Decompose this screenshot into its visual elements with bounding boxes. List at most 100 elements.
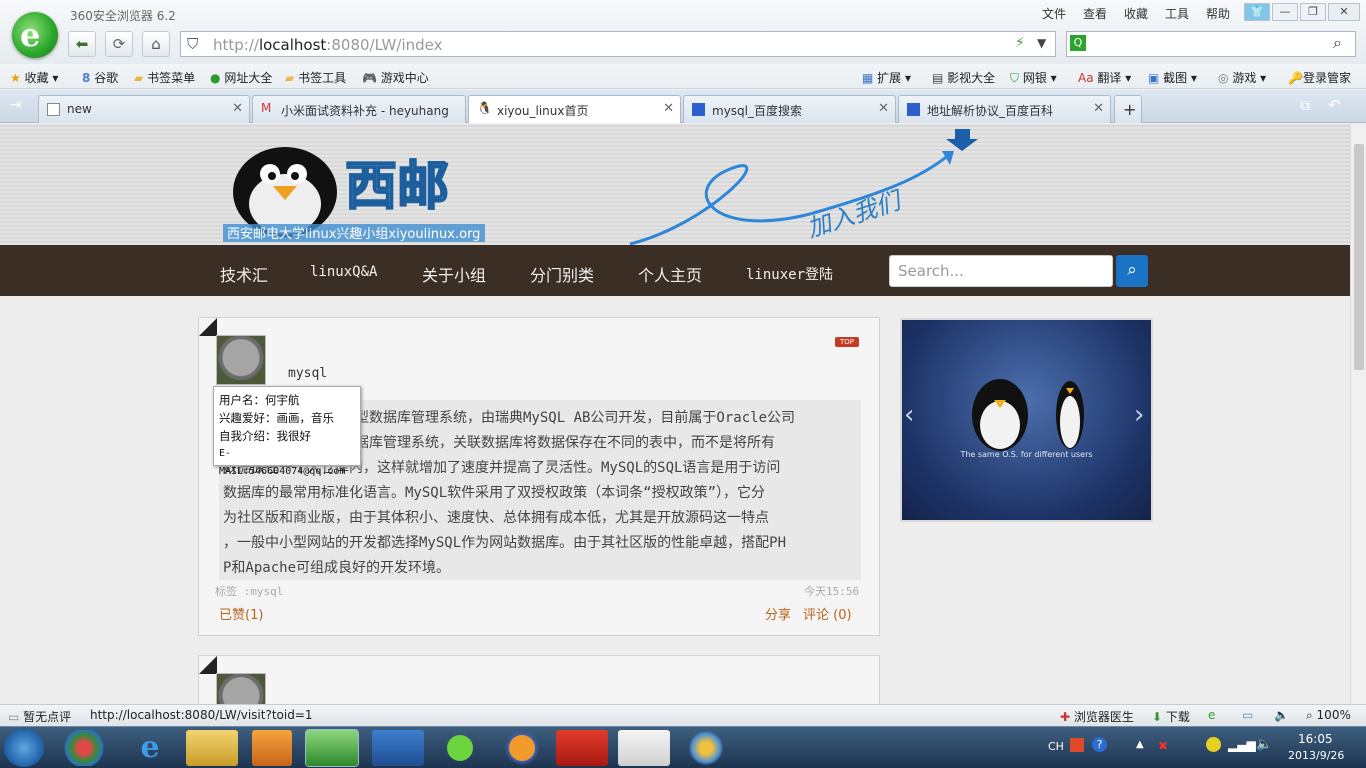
- vertical-scrollbar[interactable]: [1350, 124, 1366, 704]
- image-carousel[interactable]: The same O.S. for different users ‹ ›: [900, 318, 1153, 522]
- clock-time[interactable]: 16:05: [1298, 732, 1333, 746]
- extensions-button[interactable]: ▦ 扩展 ▾: [862, 69, 911, 86]
- browser-logo-icon[interactable]: e: [12, 12, 58, 58]
- clock-date[interactable]: 2013/9/26: [1288, 749, 1344, 762]
- site-search-button[interactable]: ⌕: [1116, 255, 1148, 287]
- zoom-level[interactable]: ⌕ 100%: [1306, 708, 1351, 723]
- tray-s-icon[interactable]: [1070, 738, 1084, 752]
- nav-linux-qa[interactable]: linuxQ&A: [310, 264, 377, 280]
- translate-button[interactable]: Aa 翻译 ▾: [1078, 69, 1131, 86]
- menu-favorites[interactable]: 收藏: [1124, 5, 1148, 22]
- tray-360-icon[interactable]: [1206, 737, 1221, 752]
- taskbar-360-browser-icon[interactable]: [306, 730, 358, 766]
- taskbar-paint-icon[interactable]: [680, 730, 732, 766]
- video-button[interactable]: ▤ 影视大全: [932, 69, 995, 86]
- close-icon[interactable]: ✕: [232, 101, 243, 116]
- taskbar-java-icon[interactable]: [618, 730, 670, 766]
- bookmark-menu[interactable]: ▰ 书签菜单: [134, 69, 195, 86]
- close-icon[interactable]: ✕: [1093, 101, 1104, 116]
- scrollbar-thumb[interactable]: [1354, 144, 1364, 370]
- speaker-icon[interactable]: 🔈: [1256, 737, 1272, 752]
- menu-tools[interactable]: 工具: [1165, 5, 1189, 22]
- bookmark-games[interactable]: 🎮 游戏中心: [362, 69, 429, 86]
- tab-arp-baike[interactable]: 地址解析协议_百度百科 ✕: [898, 95, 1111, 123]
- close-icon[interactable]: ✕: [878, 101, 889, 116]
- help-icon[interactable]: ?: [1092, 737, 1107, 752]
- menu-help[interactable]: 帮助: [1206, 5, 1230, 22]
- taskbar-media-icon[interactable]: [252, 730, 292, 766]
- avatar[interactable]: [216, 335, 266, 385]
- tab-list-icon[interactable]: ⧉: [1300, 98, 1310, 114]
- browser-titlebar: e 360安全浏览器 6.2 文件 查看 收藏 工具 帮助 👕 — ❐ ✕ ⬅ …: [0, 0, 1366, 64]
- tab-xiaomi[interactable]: M 小米面试资料补充 - heyuhang: [252, 95, 466, 123]
- join-us-swoosh[interactable]: 加入我们: [620, 129, 980, 249]
- undo-close-icon[interactable]: ↶: [1328, 96, 1341, 114]
- penguin-logo-icon[interactable]: 西邮 西安邮电大学linux兴趣小组xiyoulinux.org: [215, 132, 515, 247]
- tab-new[interactable]: new ✕: [38, 95, 250, 123]
- bookmark-google[interactable]: 8 谷歌: [82, 69, 118, 86]
- avatar[interactable]: [216, 673, 266, 704]
- taskbar-ie-icon[interactable]: e: [124, 730, 176, 766]
- tray-expand-icon[interactable]: ▲: [1136, 739, 1144, 750]
- post-tags[interactable]: 标签 :mysql: [215, 583, 283, 599]
- nav-categories[interactable]: 分门别类: [530, 262, 594, 286]
- tab-mysql-search[interactable]: mysql_百度搜索 ✕: [683, 95, 896, 123]
- browser-doctor-button[interactable]: ✚ 浏览器医生: [1060, 708, 1134, 725]
- signal-icon[interactable]: ▂▄▆: [1228, 738, 1256, 752]
- skin-icon[interactable]: 👕: [1244, 3, 1270, 21]
- lightning-icon[interactable]: ⚡: [1015, 35, 1025, 51]
- games-button[interactable]: ◎ 游戏 ▾: [1218, 69, 1266, 86]
- address-url: http://localhost:8080/LW/index: [213, 36, 443, 54]
- like-button[interactable]: 已赞(1): [219, 604, 263, 623]
- taskbar-film-icon[interactable]: [372, 730, 424, 766]
- nav-profile[interactable]: 个人主页: [638, 262, 702, 286]
- menu-view[interactable]: 查看: [1083, 5, 1107, 22]
- search-engine-icon[interactable]: Q: [1070, 35, 1086, 51]
- bookmark-tools[interactable]: ▰ 书签工具: [285, 69, 346, 86]
- post-title[interactable]: mysql: [288, 366, 327, 381]
- login-manager-button[interactable]: 🔑登录管家: [1288, 69, 1351, 86]
- download-button[interactable]: ⬇ 下载: [1152, 708, 1190, 725]
- comment-button[interactable]: 评论 (0): [803, 604, 852, 623]
- address-bar[interactable]: ⛉ http://localhost:8080/LW/index ⚡ ▼: [180, 31, 1056, 57]
- screenshot-button[interactable]: ▣ 截图 ▾: [1148, 69, 1197, 86]
- chevron-down-icon[interactable]: ▼: [1037, 36, 1046, 50]
- window-icon[interactable]: ▭: [1242, 708, 1253, 722]
- menu-file[interactable]: 文件: [1042, 5, 1066, 22]
- nav-login[interactable]: linuxer登陆: [746, 264, 833, 284]
- share-button[interactable]: 分享: [765, 604, 791, 623]
- browser-search-input[interactable]: Q ⌕: [1066, 31, 1356, 57]
- restore-icon[interactable]: ❐: [1300, 3, 1326, 21]
- home-button[interactable]: ⌂: [142, 31, 170, 57]
- close-icon[interactable]: ✕: [663, 101, 674, 116]
- bank-button[interactable]: ⛉ 网银 ▾: [1010, 69, 1057, 86]
- network-error-icon[interactable]: ✖: [1158, 739, 1168, 753]
- volume-icon[interactable]: 🔈: [1274, 708, 1289, 722]
- search-icon[interactable]: ⌕: [1333, 33, 1342, 53]
- carousel-next-icon[interactable]: ›: [1134, 400, 1144, 430]
- sidebar-toggle-icon[interactable]: ⇥: [10, 97, 22, 113]
- input-language[interactable]: CH: [1048, 740, 1064, 753]
- start-button[interactable]: [4, 729, 44, 767]
- taskbar-pdf-icon[interactable]: [556, 730, 608, 766]
- close-icon[interactable]: ✕: [1328, 3, 1360, 21]
- penguins-image: [972, 379, 1084, 451]
- ie-mode-icon[interactable]: e: [1208, 708, 1215, 722]
- status-url: http://localhost:8080/LW/visit?toid=1: [90, 708, 313, 722]
- nav-tech[interactable]: 技术汇: [220, 262, 268, 286]
- back-button[interactable]: ⬅: [68, 31, 96, 57]
- nav-about[interactable]: 关于小组: [422, 262, 486, 286]
- minimize-icon[interactable]: —: [1272, 3, 1298, 21]
- refresh-button[interactable]: ⟳: [105, 31, 133, 57]
- bookmark-site-directory[interactable]: ● 网址大全: [210, 69, 272, 86]
- tab-xiyou-linux[interactable]: 🐧 xiyou_linux首页 ✕: [468, 95, 681, 123]
- taskbar-app-icon[interactable]: [58, 730, 110, 766]
- taskbar-firefox-icon[interactable]: [496, 730, 548, 766]
- new-tab-button[interactable]: +: [1114, 95, 1142, 123]
- site-search-input[interactable]: Search...: [889, 255, 1113, 287]
- taskbar-dreamweaver-icon[interactable]: [434, 730, 486, 766]
- taskbar-explorer-icon[interactable]: [186, 730, 238, 766]
- carousel-prev-icon[interactable]: ‹: [904, 400, 914, 430]
- comment-status[interactable]: ▭ 暂无点评: [8, 708, 71, 725]
- bookmark-favorites[interactable]: ★ 收藏 ▾: [10, 69, 58, 86]
